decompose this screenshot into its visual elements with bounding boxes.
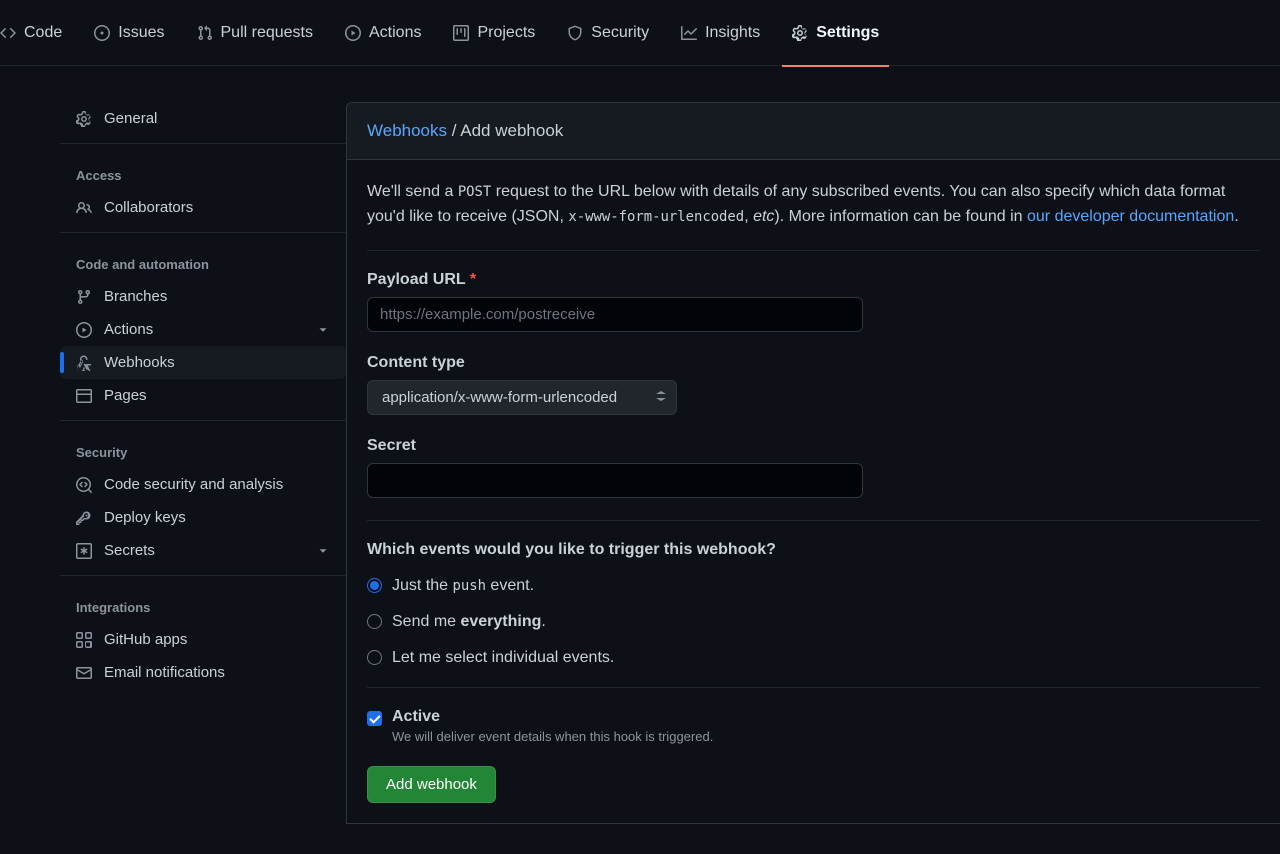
sidebar-item-webhooks[interactable]: Webhooks bbox=[60, 346, 346, 379]
post-code: POST bbox=[458, 184, 492, 200]
sidebar-email-label: Email notifications bbox=[104, 664, 225, 681]
radio-just-push[interactable]: Just the push event. bbox=[367, 577, 1260, 595]
key-icon bbox=[76, 510, 92, 526]
chevron-down-icon bbox=[316, 323, 330, 337]
payload-url-label: Payload URL * bbox=[367, 271, 1260, 289]
sidebar-collaborators-label: Collaborators bbox=[104, 199, 193, 216]
trigger-heading: Which events would you like to trigger t… bbox=[367, 541, 1260, 559]
tab-insights-label: Insights bbox=[705, 24, 760, 42]
gear-icon bbox=[792, 25, 808, 41]
mail-icon bbox=[76, 665, 92, 681]
sidebar-deploykeys-label: Deploy keys bbox=[104, 509, 186, 526]
sidebar-item-github-apps[interactable]: GitHub apps bbox=[60, 623, 346, 656]
tab-actions-label: Actions bbox=[369, 24, 421, 42]
content-type-label: Content type bbox=[367, 354, 1260, 372]
radio-select-events-label: Let me select individual events. bbox=[392, 649, 614, 667]
sidebar-pages-label: Pages bbox=[104, 387, 147, 404]
people-icon bbox=[76, 200, 92, 216]
shield-icon bbox=[567, 25, 583, 41]
tab-issues[interactable]: Issues bbox=[78, 0, 180, 66]
tab-code-label: Code bbox=[24, 24, 62, 42]
tab-settings-label: Settings bbox=[816, 24, 879, 42]
description-text: We'll send a POST request to the URL bel… bbox=[367, 180, 1260, 230]
chevron-down-icon bbox=[316, 544, 330, 558]
sidebar-heading-access: Access bbox=[60, 152, 346, 191]
content-type-select[interactable]: application/x-www-form-urlencoded bbox=[367, 380, 677, 415]
radio-just-push-input[interactable] bbox=[367, 578, 382, 593]
tab-actions[interactable]: Actions bbox=[329, 0, 437, 66]
tab-insights[interactable]: Insights bbox=[665, 0, 776, 66]
apps-icon bbox=[76, 632, 92, 648]
asterisk-icon bbox=[76, 543, 92, 559]
breadcrumb-webhooks-link[interactable]: Webhooks bbox=[367, 121, 447, 140]
secret-input[interactable] bbox=[367, 463, 863, 498]
code-icon bbox=[0, 25, 16, 41]
tab-settings[interactable]: Settings bbox=[776, 0, 895, 66]
payload-url-input[interactable] bbox=[367, 297, 863, 332]
radio-select-events[interactable]: Let me select individual events. bbox=[367, 649, 1260, 667]
active-checkbox[interactable] bbox=[367, 711, 382, 726]
sidebar-heading-integrations: Integrations bbox=[60, 584, 346, 623]
radio-everything-label: Send me everything. bbox=[392, 613, 546, 631]
active-sublabel: We will deliver event details when this … bbox=[392, 729, 713, 744]
sidebar-item-secrets[interactable]: Secrets bbox=[60, 534, 346, 567]
radio-just-push-label: Just the push event. bbox=[392, 577, 534, 595]
tab-pull-requests[interactable]: Pull requests bbox=[181, 0, 330, 66]
issue-icon bbox=[94, 25, 110, 41]
sidebar-actions-label: Actions bbox=[104, 321, 153, 338]
sidebar-heading-code-auto: Code and automation bbox=[60, 241, 346, 280]
repo-tabs: Code Issues Pull requests Actions Projec… bbox=[0, 0, 1280, 66]
breadcrumb-current: Add webhook bbox=[460, 121, 563, 140]
graph-icon bbox=[681, 25, 697, 41]
sidebar-webhooks-label: Webhooks bbox=[104, 354, 175, 371]
sidebar-heading-security: Security bbox=[60, 429, 346, 468]
sidebar-codesec-label: Code security and analysis bbox=[104, 476, 283, 493]
webhook-icon bbox=[76, 355, 92, 371]
tab-pr-label: Pull requests bbox=[221, 24, 314, 42]
breadcrumb-sep: / bbox=[447, 121, 460, 140]
radio-select-events-input[interactable] bbox=[367, 650, 382, 665]
breadcrumb: Webhooks / Add webhook bbox=[347, 103, 1280, 160]
codescan-icon bbox=[76, 477, 92, 493]
sidebar-branches-label: Branches bbox=[104, 288, 167, 305]
tab-security-label: Security bbox=[591, 24, 649, 42]
tab-code[interactable]: Code bbox=[0, 0, 78, 66]
play-icon bbox=[76, 322, 92, 338]
sidebar-item-code-security[interactable]: Code security and analysis bbox=[60, 468, 346, 501]
main-content: Webhooks / Add webhook We'll send a POST… bbox=[346, 102, 1280, 824]
sidebar-item-actions[interactable]: Actions bbox=[60, 313, 346, 346]
add-webhook-button[interactable]: Add webhook bbox=[367, 766, 496, 803]
sidebar-item-pages[interactable]: Pages bbox=[60, 379, 346, 412]
active-label: Active bbox=[392, 708, 713, 726]
tab-projects-label: Projects bbox=[477, 24, 535, 42]
sidebar-general-label: General bbox=[104, 110, 157, 127]
sidebar-ghapps-label: GitHub apps bbox=[104, 631, 187, 648]
sidebar-item-branches[interactable]: Branches bbox=[60, 280, 346, 313]
settings-sidebar: General Access Collaborators Code and au… bbox=[0, 102, 346, 824]
secret-label: Secret bbox=[367, 437, 1260, 455]
sidebar-item-general[interactable]: General bbox=[60, 102, 346, 135]
sidebar-secrets-label: Secrets bbox=[104, 542, 155, 559]
play-icon bbox=[345, 25, 361, 41]
sidebar-item-email[interactable]: Email notifications bbox=[60, 656, 346, 689]
gear-icon bbox=[76, 111, 92, 127]
tab-security[interactable]: Security bbox=[551, 0, 665, 66]
sidebar-item-collaborators[interactable]: Collaborators bbox=[60, 191, 346, 224]
dev-docs-link[interactable]: our developer documentation bbox=[1027, 208, 1234, 225]
sidebar-item-deploy-keys[interactable]: Deploy keys bbox=[60, 501, 346, 534]
pr-icon bbox=[197, 25, 213, 41]
branch-icon bbox=[76, 289, 92, 305]
tab-projects[interactable]: Projects bbox=[437, 0, 551, 66]
radio-everything[interactable]: Send me everything. bbox=[367, 613, 1260, 631]
enc-code: x-www-form-urlencoded bbox=[568, 209, 744, 225]
project-icon bbox=[453, 25, 469, 41]
radio-everything-input[interactable] bbox=[367, 614, 382, 629]
browser-icon bbox=[76, 388, 92, 404]
tab-issues-label: Issues bbox=[118, 24, 164, 42]
